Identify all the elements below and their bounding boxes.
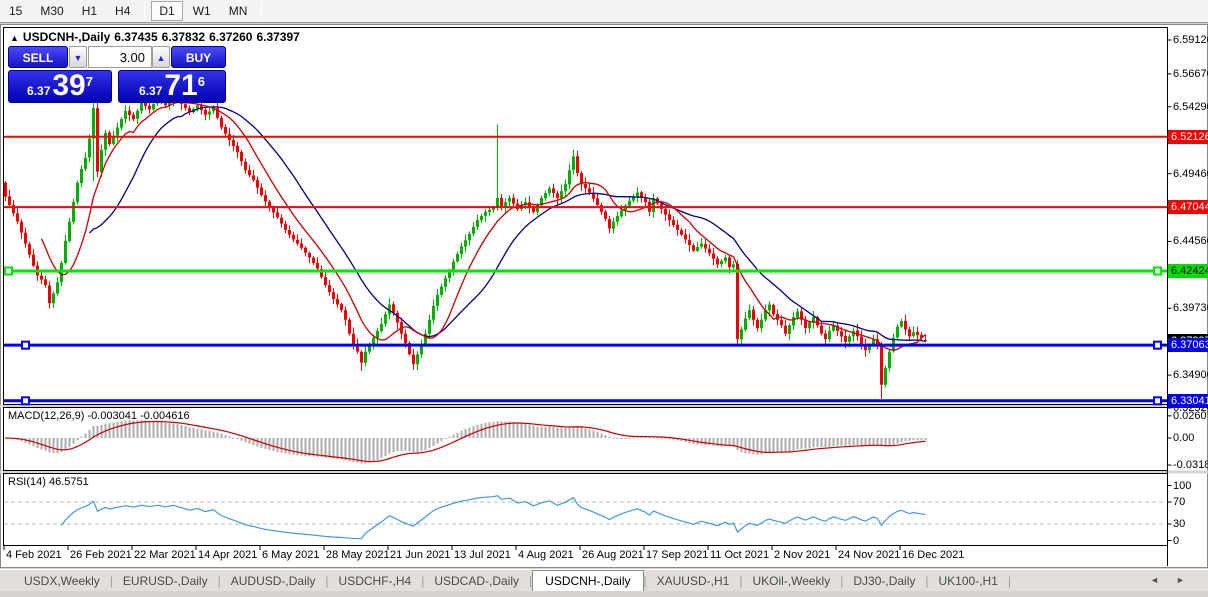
chart-title: ▲ USDCNH-,Daily 6.37435 6.37832 6.37260 6.373… [10,30,304,44]
buy-price-big: 71 [164,69,198,102]
mt4-terminal: 15 M30 H1 H4 D1 W1 MN ▲ USDCNH-,Daily 6.37435 6.3… [0,0,1208,597]
rsi-axis-tick: 100 [1173,479,1192,492]
sell-price-sup: 7 [85,74,93,89]
buy-price-prefix: 6.37 [139,84,163,98]
date-axis-label: 6 May 2021 [262,549,320,561]
volume-increase-button[interactable]: ▲ [152,46,170,68]
rsi-legend: RSI(14) 46.5751 [8,476,89,488]
collapse-quote-panel-icon[interactable]: ▲ [10,33,19,43]
date-axis-label: 16 Dec 2021 [902,549,965,561]
chart-tab-dj30daily[interactable]: DJ30-,Daily [843,571,925,591]
sell-button[interactable]: SELL [8,46,68,68]
buy-button[interactable]: BUY [171,46,226,68]
chart-tab-usdxweekly[interactable]: USDX,Weekly [14,571,110,591]
buy-price-sup: 6 [197,74,205,89]
chart-tab-usdcaddaily[interactable]: USDCAD-,Daily [424,571,529,591]
bottom-strip [0,591,1208,597]
chart-tab-usdcnhdaily[interactable]: USDCNH-,Daily [532,570,644,591]
volume-input[interactable] [88,46,152,68]
price-badge-6.37063: 6.37063 [1168,338,1208,353]
line-handle[interactable] [4,266,13,276]
tab-scroll-right-icon[interactable]: ► [1176,575,1185,585]
tab-separator: | [1007,574,1011,588]
price-badge-6.47044: 6.47044 [1168,200,1208,215]
price-badge-6.33041: 6.33041 [1168,393,1208,408]
tab-scroll-left-icon[interactable]: ◄ [1150,575,1159,585]
date-axis-label: 4 Aug 2021 [518,549,574,561]
date-axis-label: 26 Feb 2021 [70,549,132,561]
price-axis-tick: 6.59120 [1173,34,1208,46]
rsi-axis-tick: 30 [1173,518,1186,530]
chart-tab-usdchfh4[interactable]: USDCHF-,H4 [329,571,422,591]
sell-price-prefix: 6.37 [27,84,51,98]
line-handle[interactable] [1153,266,1162,276]
macd-axis-tick: -0.03187 [1173,459,1208,472]
date-axis-label: 11 Oct 2021 [710,549,770,561]
price-axis-tick: 6.56670 [1173,67,1208,80]
macd-legend: MACD(12,26,9) -0.003041 -0.004616 [8,410,190,422]
chart-tab-bar: USDX,Weekly | EURUSD-,Daily | AUDUSD-,Daily |… [0,569,1208,591]
date-axis-label: 22 Mar 2021 [134,549,196,561]
date-axis-label: 13 Jul 2021 [454,549,511,561]
price-axis-tick: 6.44560 [1173,235,1208,248]
date-axis-label: 14 Apr 2021 [198,549,258,561]
date-axis-label: 26 Aug 2021 [582,549,644,561]
rsi-axis-tick: 0 [1173,534,1180,547]
line-handle[interactable] [21,340,30,350]
macd-axis-tick: 0.00 [1173,432,1195,444]
price-badge-6.42424: 6.42424 [1168,263,1208,278]
ohlc-low: 6.37260 [209,30,253,44]
price-axis-tick: 6.49460 [1173,167,1208,180]
buy-price-box[interactable]: 6.37 71 6 [118,70,226,103]
ohlc-high: 6.37832 [161,30,206,44]
date-axis-label: 24 Nov 2021 [838,549,901,561]
date-axis-label: 2 Nov 2021 [774,549,831,561]
macd-axis-tick: 0.02607 [1173,409,1208,422]
line-handle[interactable] [1153,396,1162,406]
date-axis-label: 17 Sep 2021 [646,549,709,561]
volume-decrease-button[interactable]: ▼ [69,46,87,68]
sell-price-big: 39 [52,69,86,102]
symbol-period-label: USDCNH-,Daily [22,30,111,44]
ohlc-close: 6.37397 [256,30,300,44]
line-handle[interactable] [21,396,30,406]
chart-tab-eurusddaily[interactable]: EURUSD-,Daily [113,571,218,591]
chart-tab-ukoilweekly[interactable]: UKOil-,Weekly [742,571,840,591]
price-axis-tick: 6.34900 [1173,369,1208,382]
date-axis-label: 21 Jun 2021 [390,549,451,561]
rsi-axis-tick: 70 [1173,496,1186,508]
price-axis-tick: 6.39730 [1173,302,1208,315]
date-axis-label: 28 May 2021 [326,549,390,561]
line-handle[interactable] [1153,340,1162,350]
chart-tab-xauusdh1[interactable]: XAUUSD-,H1 [647,571,740,591]
sell-price-box[interactable]: 6.37 39 7 [8,70,112,103]
price-badge-6.52126: 6.52126 [1168,129,1208,144]
price-axis-tick: 6.54290 [1173,100,1208,113]
date-axis-label: 4 Feb 2021 [6,549,62,561]
chart-tab-audusddaily[interactable]: AUDUSD-,Daily [221,571,326,591]
chart-tab-uk100h1[interactable]: UK100-,H1 [929,571,1008,591]
ohlc-open: 6.37435 [114,30,158,44]
